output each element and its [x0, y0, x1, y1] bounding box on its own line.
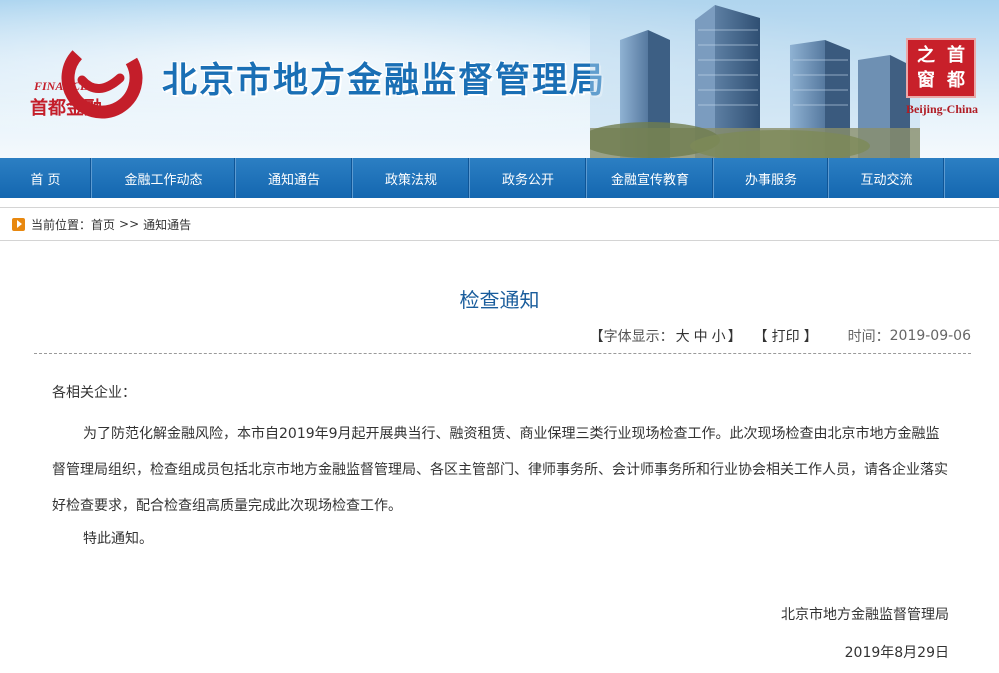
article-paragraph: 为了防范化解金融风险，本市自2019年9月起开展典当行、融资租赁、商业保理三类行… [52, 426, 948, 514]
site-banner: FINANCE 首都金融 北京市地方金融监督管理局 之 首 窗 都 Beijin… [0, 0, 999, 158]
nav-item-services[interactable]: 办事服务 [714, 158, 829, 198]
nav-item-interaction[interactable]: 互动交流 [829, 158, 945, 198]
article-greeting: 各相关企业： [52, 385, 136, 401]
breadcrumb-prefix: 当前位置： [31, 217, 92, 232]
nav-item-home[interactable]: 首 页 [0, 158, 92, 198]
seal-caption: Beijing-China [905, 102, 978, 116]
font-size-large-button[interactable]: 大 [676, 326, 690, 346]
nav-item-finance-education[interactable]: 金融宣传教育 [587, 158, 714, 198]
font-size-medium-button[interactable]: 中 [694, 326, 708, 346]
article-body: 各相关企业： 为了防范化解金融风险，本市自2019年9月起开展典当行、融资租赁、… [52, 380, 952, 554]
nav-item-policies[interactable]: 政策法规 [353, 158, 470, 198]
article-closing: 特此通知。 [83, 531, 153, 547]
seal-char: 首 [947, 44, 965, 66]
font-size-label: 字体显示： [603, 329, 674, 345]
nav-item-finance-news[interactable]: 金融工作动态 [92, 158, 236, 198]
bracket-close: 】 [803, 329, 818, 345]
article-signature: 北京市地方金融监督管理局 2019年8月29日 [781, 596, 949, 672]
logo-finance-text: FINANCE [33, 79, 88, 93]
capital-window-seal: 之 首 窗 都 [906, 38, 976, 98]
bracket-close: 】 [727, 329, 742, 345]
nav-item-notices[interactable]: 通知通告 [236, 158, 353, 198]
city-buildings-image [590, 0, 920, 158]
bracket-open: 【 [589, 329, 604, 345]
seal-char: 窗 [917, 69, 935, 91]
breadcrumb-separator: >> [119, 217, 140, 231]
seal-char: 之 [917, 44, 935, 66]
font-size-small-button[interactable]: 小 [712, 326, 726, 346]
publish-time-label: 时间： [847, 329, 890, 345]
article-title: 检查通知 [459, 288, 540, 312]
breadcrumb-current-link[interactable]: 通知通告 [143, 216, 191, 233]
main-nav: 首 页 金融工作动态 通知通告 政策法规 政务公开 金融宣传教育 办事服务 互动… [0, 158, 999, 198]
logo-caption-text: 首都金融 [30, 97, 102, 119]
bracket-open: 【 [753, 329, 768, 345]
publish-time-value: 2019-09-06 [889, 328, 971, 344]
breadcrumb-home-link[interactable]: 首页 [91, 216, 115, 233]
article-meta: 【 字体显示： 大 中 小 】 【 打印 】 时间： 2019-09-06 [590, 326, 971, 346]
play-arrow-icon [12, 217, 25, 231]
breadcrumb: 当前位置： 首页 >> 通知通告 [0, 207, 999, 241]
meta-divider [34, 353, 971, 354]
signature-org: 北京市地方金融监督管理局 [781, 607, 949, 623]
signature-date: 2019年8月29日 [844, 645, 949, 661]
print-button[interactable]: 打印 [772, 326, 800, 346]
nav-item-gov-affairs[interactable]: 政务公开 [470, 158, 587, 198]
site-title: 北京市地方金融监督管理局 [162, 60, 607, 101]
seal-char: 都 [947, 69, 965, 91]
finance-logo-icon: FINANCE 首都金融 [30, 37, 143, 119]
